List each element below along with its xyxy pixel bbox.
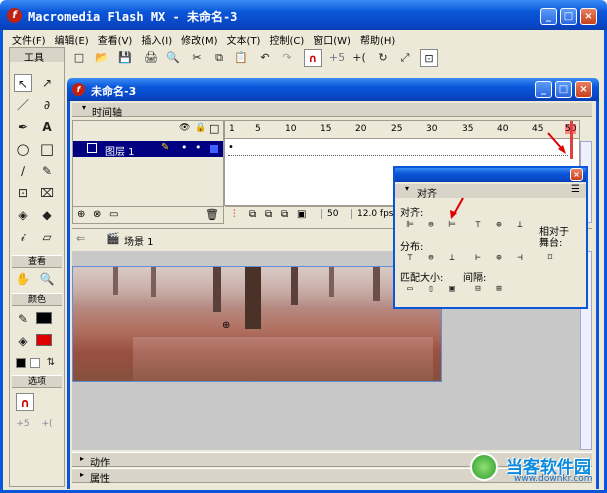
annotation-arrows — [450, 132, 566, 219]
watermark-url: www.downkr.com — [514, 474, 593, 484]
arrow-line — [453, 197, 464, 215]
watermark-logo — [470, 453, 498, 481]
